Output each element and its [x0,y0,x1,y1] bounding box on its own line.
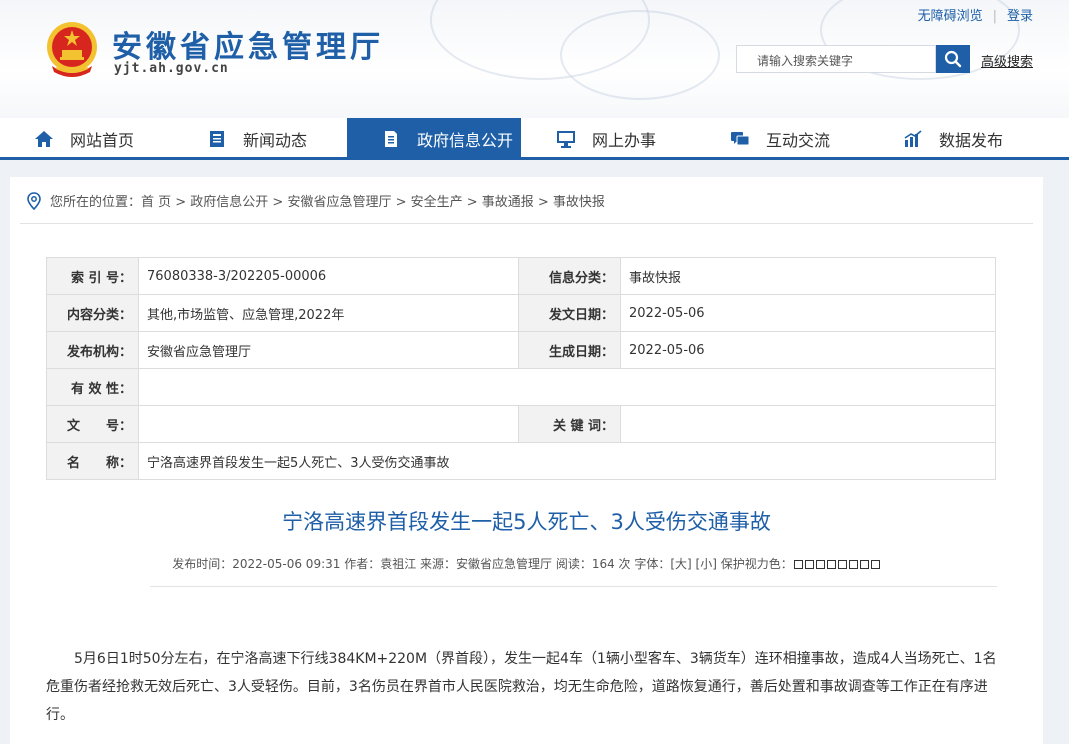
table-row: 索 引 号： 76080338-3/202205-00006 信息分类： 事故快… [46,257,996,295]
chart-icon [903,129,923,149]
index-value: 76080338-3/202205-00006 [138,257,519,295]
table-row: 发布机构： 安徽省应急管理厅 生成日期： 2022-05-06 [46,331,996,369]
nav-item-interaction[interactable]: 互动交流 [730,118,880,160]
validity-value [138,368,996,406]
docno-label: 文 号： [46,405,139,443]
pubdate-label: 发文日期： [518,294,621,332]
color-swatch[interactable] [793,560,803,569]
gendate-label: 生成日期： [518,331,621,369]
chat-icon [730,129,750,149]
breadcrumb-text[interactable]: 您所在的位置：首 页 > 政府信息公开 > 安徽省应急管理厅 > 安全生产 > … [50,191,605,210]
color-swatch[interactable] [848,560,858,569]
decor-cloud [560,10,720,100]
nav-label: 互动交流 [766,131,831,150]
article-meta: 发布时间：2022-05-06 09:31 作者：袁祖江 来源：安徽省应急管理厅… [10,555,1043,572]
accessibility-link[interactable]: 无障碍浏览 [918,9,983,24]
table-row: 名 称： 宁洛高速界首段发生一起5人死亡、3人受伤交通事故 [46,442,996,480]
content-value: 其他,市场监管、应急管理,2022年 [138,294,519,332]
breadcrumb: 您所在的位置：首 页 > 政府信息公开 > 安徽省应急管理厅 > 安全生产 > … [26,191,605,210]
top-links: 无障碍浏览 | 登录 [918,5,1033,24]
gendate-value: 2022-05-06 [620,331,996,369]
nav-item-news[interactable]: 新闻动态 [207,118,357,160]
category-value: 事故快报 [620,257,996,295]
divider [20,223,1033,224]
site-header: 安徽省应急管理厅 yjt.ah.gov.cn 无障碍浏览 | 登录 请输入搜索关键字… [0,0,1069,118]
nav-label: 新闻动态 [243,131,308,150]
main-nav: 网站首页 新闻动态 政府信息公开 网上办事 互动交流 数据发布 [0,118,1069,160]
nav-item-home[interactable]: 网站首页 [34,118,184,160]
color-swatch[interactable] [870,560,880,569]
pubdate-value: 2022-05-06 [620,294,996,332]
search-input[interactable]: 请输入搜索关键字 [736,45,936,73]
nav-item-data[interactable]: 数据发布 [903,118,1053,160]
nav-label: 网站首页 [70,131,135,150]
monitor-icon [556,129,576,149]
news-icon [207,129,227,149]
content-label: 内容分类： [46,294,139,332]
validity-label: 有 效 性： [46,368,139,406]
article-body: 5月6日1时50分左右，在宁洛高速下行线384KM+220M（界首段），发生一起… [46,651,997,723]
content-panel: 您所在的位置：首 页 > 政府信息公开 > 安徽省应急管理厅 > 安全生产 > … [10,177,1043,744]
site-domain: yjt.ah.gov.cn [114,61,229,76]
location-icon [27,191,41,210]
search-button[interactable] [936,45,970,73]
nav-label: 政府信息公开 [417,131,514,150]
name-label: 名 称： [46,442,139,480]
advanced-search-link[interactable]: 高级搜索 [981,51,1033,70]
color-swatch[interactable] [859,560,869,569]
keywords-value [620,405,996,443]
login-link[interactable]: 登录 [1007,9,1033,24]
document-icon [381,129,401,149]
color-swatch[interactable] [837,560,847,569]
table-row: 文 号： 关 键 词： [46,405,996,443]
color-swatch[interactable] [826,560,836,569]
nav-item-online-services[interactable]: 网上办事 [556,118,706,160]
category-label: 信息分类： [518,257,621,295]
home-icon [34,129,54,149]
divider: | [992,9,997,24]
org-label: 发布机构： [46,331,139,369]
info-table: 索 引 号： 76080338-3/202205-00006 信息分类： 事故快… [46,257,996,480]
nav-label: 数据发布 [939,131,1004,150]
article-meta-text: 发布时间：2022-05-06 09:31 作者：袁祖江 来源：安徽省应急管理厅… [172,557,793,571]
table-row: 内容分类： 其他,市场监管、应急管理,2022年 发文日期： 2022-05-0… [46,294,996,332]
search-icon [944,50,962,68]
nav-item-gov-info[interactable]: 政府信息公开 [347,118,521,160]
article-title: 宁洛高速界首段发生一起5人死亡、3人受伤交通事故 [282,510,771,534]
color-swatch[interactable] [804,560,814,569]
index-label: 索 引 号： [46,257,139,295]
docno-value [138,405,519,443]
name-value: 宁洛高速界首段发生一起5人死亡、3人受伤交通事故 [138,442,996,480]
divider [150,586,997,587]
org-value: 安徽省应急管理厅 [138,331,519,369]
table-row: 有 效 性： [46,368,996,406]
keywords-label: 关 键 词： [518,405,621,443]
nav-label: 网上办事 [592,131,657,150]
color-swatch[interactable] [815,560,825,569]
site-name[interactable]: 安徽省应急管理厅 [112,22,384,66]
national-emblem-logo[interactable] [44,20,100,80]
